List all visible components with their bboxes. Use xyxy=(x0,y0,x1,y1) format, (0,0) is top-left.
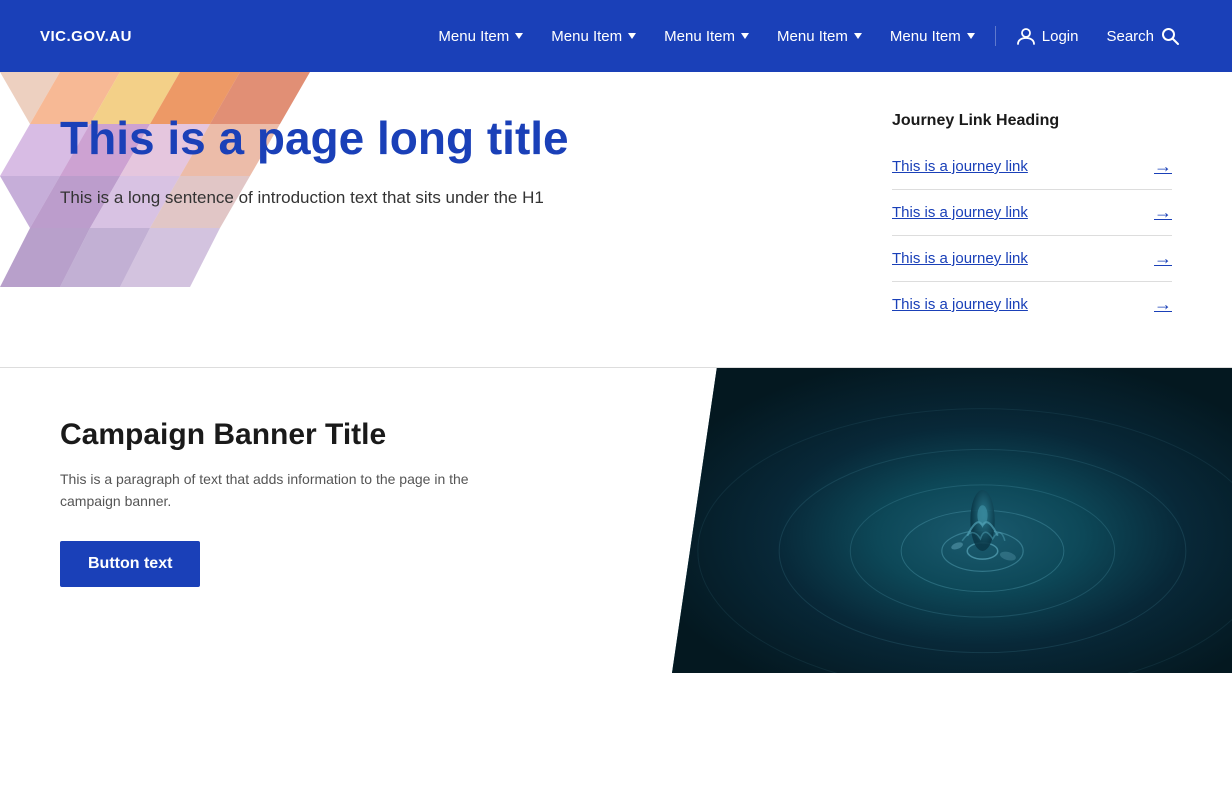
campaign-image xyxy=(672,368,1232,673)
user-icon xyxy=(1016,26,1036,46)
nav-menu-item-5[interactable]: Menu Item xyxy=(878,20,987,53)
chevron-down-icon xyxy=(967,33,975,39)
nav-menu-item-1[interactable]: Menu Item xyxy=(426,20,535,53)
nav-menu-item-3[interactable]: Menu Item xyxy=(652,20,761,53)
campaign-text: This is a paragraph of text that adds in… xyxy=(60,468,500,513)
search-button[interactable]: Search xyxy=(1094,18,1192,54)
page-title: This is a page long title xyxy=(60,112,640,165)
chevron-down-icon xyxy=(854,33,862,39)
nav-menu: Menu Item Menu Item Menu Item Menu Item … xyxy=(426,18,1192,54)
journey-link-heading: Journey Link Heading xyxy=(892,112,1172,130)
hero-content: This is a page long title This is a long… xyxy=(0,72,1232,367)
site-logo[interactable]: VIC.GOV.AU xyxy=(40,28,132,45)
campaign-button[interactable]: Button text xyxy=(60,541,200,587)
journey-link-3[interactable]: This is a journey link → xyxy=(892,236,1172,282)
journey-link-4[interactable]: This is a journey link → xyxy=(892,282,1172,327)
journey-link-2[interactable]: This is a journey link → xyxy=(892,190,1172,236)
hero-left: This is a page long title This is a long… xyxy=(60,102,832,210)
journey-link-1[interactable]: This is a journey link → xyxy=(892,144,1172,190)
campaign-content: Campaign Banner Title This is a paragrap… xyxy=(0,368,672,673)
water-ripple-svg xyxy=(672,368,1232,673)
chevron-down-icon xyxy=(628,33,636,39)
login-button[interactable]: Login xyxy=(1004,18,1091,54)
nav-menu-item-4[interactable]: Menu Item xyxy=(765,20,874,53)
search-icon xyxy=(1160,26,1180,46)
arrow-right-icon: → xyxy=(1154,294,1172,315)
nav-menu-item-2[interactable]: Menu Item xyxy=(539,20,648,53)
journey-links-panel: Journey Link Heading This is a journey l… xyxy=(892,102,1172,327)
campaign-section: Campaign Banner Title This is a paragrap… xyxy=(0,368,1232,673)
arrow-right-icon: → xyxy=(1154,202,1172,223)
water-drop-image xyxy=(672,368,1232,673)
nav-divider xyxy=(995,26,996,46)
arrow-right-icon: → xyxy=(1154,156,1172,177)
navbar: VIC.GOV.AU Menu Item Menu Item Menu Item… xyxy=(0,0,1232,72)
arrow-right-icon: → xyxy=(1154,248,1172,269)
hero-section: This is a page long title This is a long… xyxy=(0,72,1232,367)
campaign-title: Campaign Banner Title xyxy=(60,418,612,452)
hero-intro-text: This is a long sentence of introduction … xyxy=(60,185,560,211)
chevron-down-icon xyxy=(515,33,523,39)
chevron-down-icon xyxy=(741,33,749,39)
